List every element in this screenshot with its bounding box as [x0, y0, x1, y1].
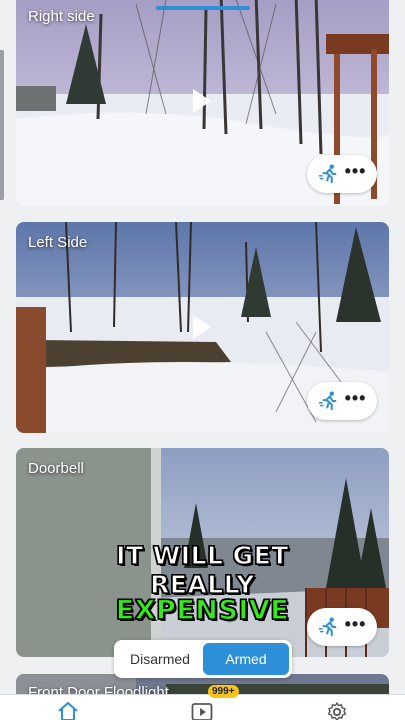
camera-actions-pill: ••• [307, 155, 377, 193]
bottom-navigation: 999+ [0, 685, 405, 720]
disarmed-button[interactable]: Disarmed [117, 643, 203, 675]
camera-card-right-side[interactable]: Right side ••• [16, 0, 389, 206]
edge-handle [0, 50, 4, 200]
camera-name-label: Doorbell [28, 460, 84, 477]
camera-card-left-side[interactable]: Left Side ••• [16, 222, 389, 433]
play-icon[interactable] [193, 89, 211, 113]
video-play-icon[interactable] [191, 701, 213, 720]
camera-name-label: Right side [28, 8, 95, 25]
play-icon[interactable] [193, 315, 211, 339]
scroll-indicator [156, 6, 250, 10]
more-options-icon[interactable]: ••• [345, 162, 367, 180]
gear-icon[interactable] [326, 701, 348, 720]
security-mode-toggle: Disarmed Armed [114, 640, 292, 678]
motion-detection-icon[interactable] [318, 163, 340, 185]
armed-button[interactable]: Armed [203, 643, 289, 675]
camera-name-label: Left Side [28, 234, 88, 251]
home-icon[interactable] [57, 701, 79, 720]
more-options-icon[interactable]: ••• [345, 389, 367, 407]
caption-line-1: IT WILL GET [116, 540, 289, 570]
caption-line-3: EXPENSIVE [115, 594, 290, 626]
events-count-badge: 999+ [208, 685, 239, 698]
camera-actions-pill: ••• [307, 382, 377, 420]
motion-detection-icon[interactable] [318, 390, 340, 412]
